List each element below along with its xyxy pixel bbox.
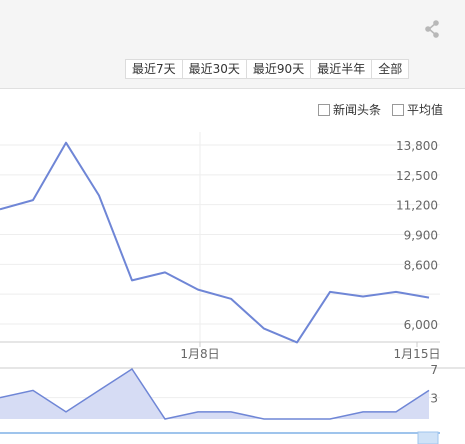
share-icon[interactable]: [420, 17, 444, 41]
navigator-y-tick-label: 3: [430, 392, 438, 406]
y-tick-label: 6,000: [404, 318, 438, 332]
y-tick-label: 8,600: [404, 258, 438, 272]
navigator-handle[interactable]: [417, 431, 439, 444]
range-half-year-button[interactable]: 最近半年: [311, 60, 373, 78]
x-tick-label: 1月15日: [394, 347, 441, 361]
y-tick-label: 9,900: [404, 229, 438, 243]
range-30-days-button[interactable]: 最近30天: [183, 60, 247, 78]
y-tick-label: 12,500: [396, 169, 438, 183]
y-tick-label: 11,200: [396, 199, 438, 213]
y-tick-label: 13,800: [396, 139, 438, 153]
news-label: 新闻头条: [333, 103, 382, 117]
legend-average[interactable]: 平均值: [392, 101, 443, 118]
range-selector: 最近7天 最近30天 最近90天 最近半年 全部: [125, 59, 410, 79]
navigator-area: [0, 369, 429, 419]
series-line: [0, 141, 430, 344]
range-90-days-button[interactable]: 最近90天: [247, 60, 312, 78]
news-checkbox[interactable]: [318, 103, 330, 116]
average-label: 平均值: [407, 103, 444, 117]
x-tick-label: 1月8日: [180, 347, 219, 361]
legend-news[interactable]: 新闻头条: [318, 101, 381, 118]
range-7-days-button[interactable]: 最近7天: [126, 60, 183, 78]
range-all-button[interactable]: 全部: [372, 60, 408, 78]
navigator-line: [0, 367, 430, 420]
average-checkbox[interactable]: [392, 103, 404, 116]
navigator-y-tick-label: 7: [430, 363, 438, 377]
